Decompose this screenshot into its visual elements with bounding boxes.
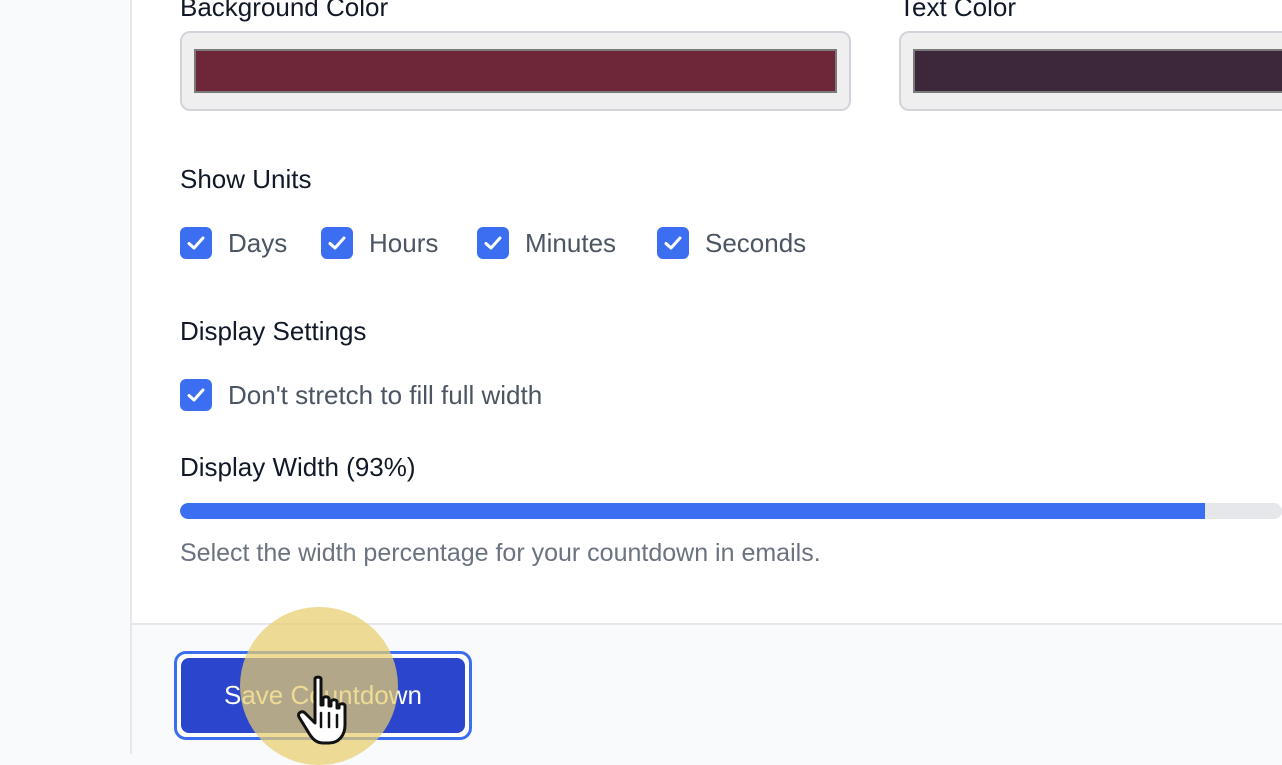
check-icon bbox=[484, 236, 502, 250]
text-color-swatch[interactable] bbox=[913, 49, 1282, 93]
check-icon bbox=[187, 388, 205, 402]
days-checkbox[interactable] bbox=[180, 227, 212, 259]
check-icon bbox=[664, 236, 682, 250]
left-rail bbox=[0, 0, 130, 754]
save-countdown-label[interactable]: Save Countdown bbox=[181, 658, 465, 733]
display-width-label: Display Width (93%) bbox=[180, 452, 416, 482]
display-width-slider[interactable] bbox=[180, 503, 1282, 519]
display-settings-title: Display Settings bbox=[180, 316, 367, 346]
minutes-label[interactable]: Minutes bbox=[525, 228, 616, 259]
no-stretch-label[interactable]: Don't stretch to fill full width bbox=[228, 380, 542, 411]
background-color-field[interactable] bbox=[180, 31, 851, 111]
check-icon bbox=[328, 236, 346, 250]
display-width-helper: Select the width percentage for your cou… bbox=[180, 539, 821, 567]
background-color-label: Background Color bbox=[180, 0, 389, 22]
check-icon bbox=[187, 236, 205, 250]
display-width-slider-fill bbox=[180, 503, 1205, 519]
hours-label[interactable]: Hours bbox=[369, 228, 438, 259]
days-label[interactable]: Days bbox=[228, 228, 287, 259]
show-units-title: Show Units bbox=[180, 164, 312, 194]
background-color-swatch[interactable] bbox=[194, 49, 837, 93]
no-stretch-checkbox[interactable] bbox=[180, 379, 212, 411]
text-color-field[interactable] bbox=[899, 31, 1282, 111]
seconds-label[interactable]: Seconds bbox=[705, 228, 806, 259]
save-countdown-button[interactable]: Save Countdown bbox=[174, 651, 472, 740]
seconds-checkbox[interactable] bbox=[657, 227, 689, 259]
text-color-label: Text Color bbox=[899, 0, 1017, 22]
minutes-checkbox[interactable] bbox=[477, 227, 509, 259]
hours-checkbox[interactable] bbox=[321, 227, 353, 259]
